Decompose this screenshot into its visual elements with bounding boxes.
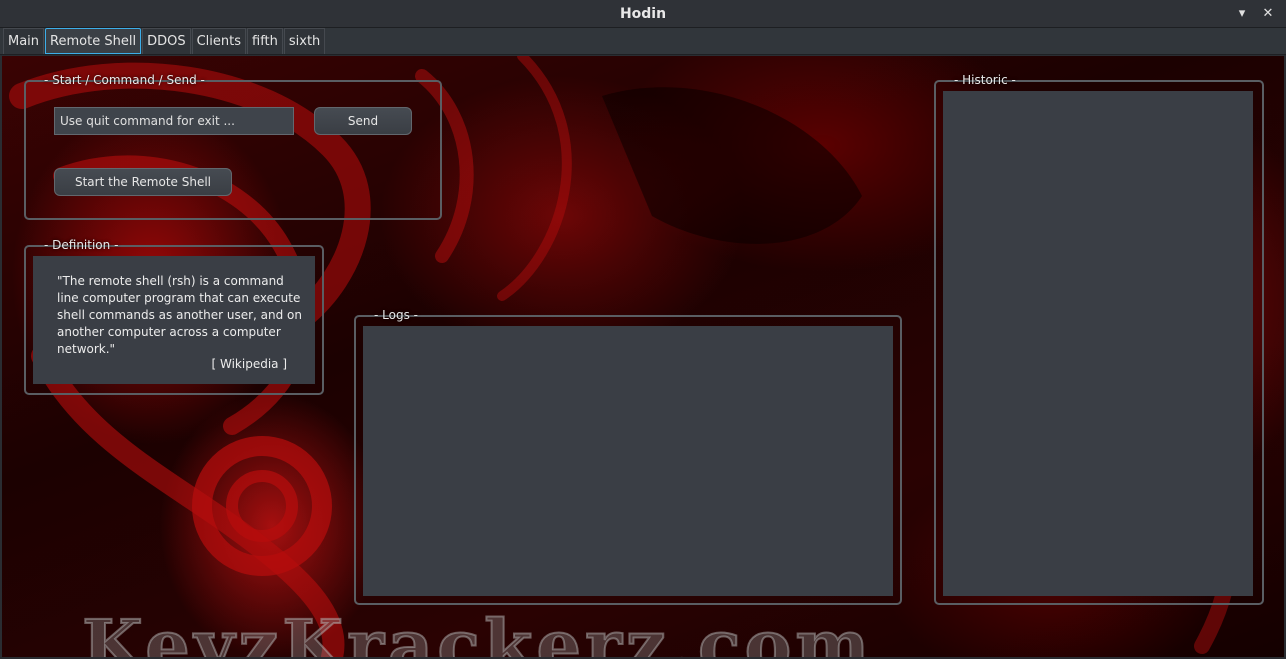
tab-fifth[interactable]: fifth: [247, 28, 283, 54]
historic-list[interactable]: [943, 91, 1253, 596]
send-button[interactable]: Send: [314, 107, 412, 135]
logs-group-title: - Logs -: [374, 308, 418, 322]
definition-text: "The remote shell (rsh) is a command lin…: [57, 274, 302, 356]
tab-ddos[interactable]: DDOS: [142, 28, 191, 54]
definition-panel: "The remote shell (rsh) is a command lin…: [33, 256, 315, 384]
definition-group: - Definition - "The remote shell (rsh) i…: [24, 238, 324, 395]
watermark-text: KeyzKrackerz.com: [81, 603, 874, 657]
command-group-title: - Start / Command / Send -: [44, 73, 205, 87]
command-group: - Start / Command / Send - Send Start th…: [24, 73, 442, 220]
close-icon[interactable]: ✕: [1258, 4, 1278, 24]
tab-sixth[interactable]: sixth: [283, 28, 326, 54]
tab-clients[interactable]: Clients: [191, 28, 246, 54]
definition-source: [ Wikipedia ]: [211, 357, 287, 371]
tab-main[interactable]: Main: [3, 28, 45, 54]
historic-group: - Historic -: [934, 73, 1264, 605]
tab-bar: Main Remote Shell DDOS Clients fifth six…: [0, 28, 1286, 55]
minimize-icon[interactable]: ▾: [1232, 4, 1252, 24]
title-bar: Hodin ▾ ✕: [0, 0, 1286, 28]
tab-remote-shell[interactable]: Remote Shell: [45, 28, 142, 54]
definition-group-title: - Definition -: [44, 238, 119, 252]
historic-group-title: - Historic -: [954, 73, 1016, 87]
start-remote-shell-button[interactable]: Start the Remote Shell: [54, 168, 232, 196]
command-input[interactable]: [54, 107, 294, 135]
logs-output[interactable]: [363, 326, 893, 596]
window-title: Hodin: [619, 5, 667, 22]
remote-shell-page: KeyzKrackerz.com - Start / Command / Sen…: [2, 56, 1284, 657]
logs-group: - Logs -: [354, 308, 902, 605]
